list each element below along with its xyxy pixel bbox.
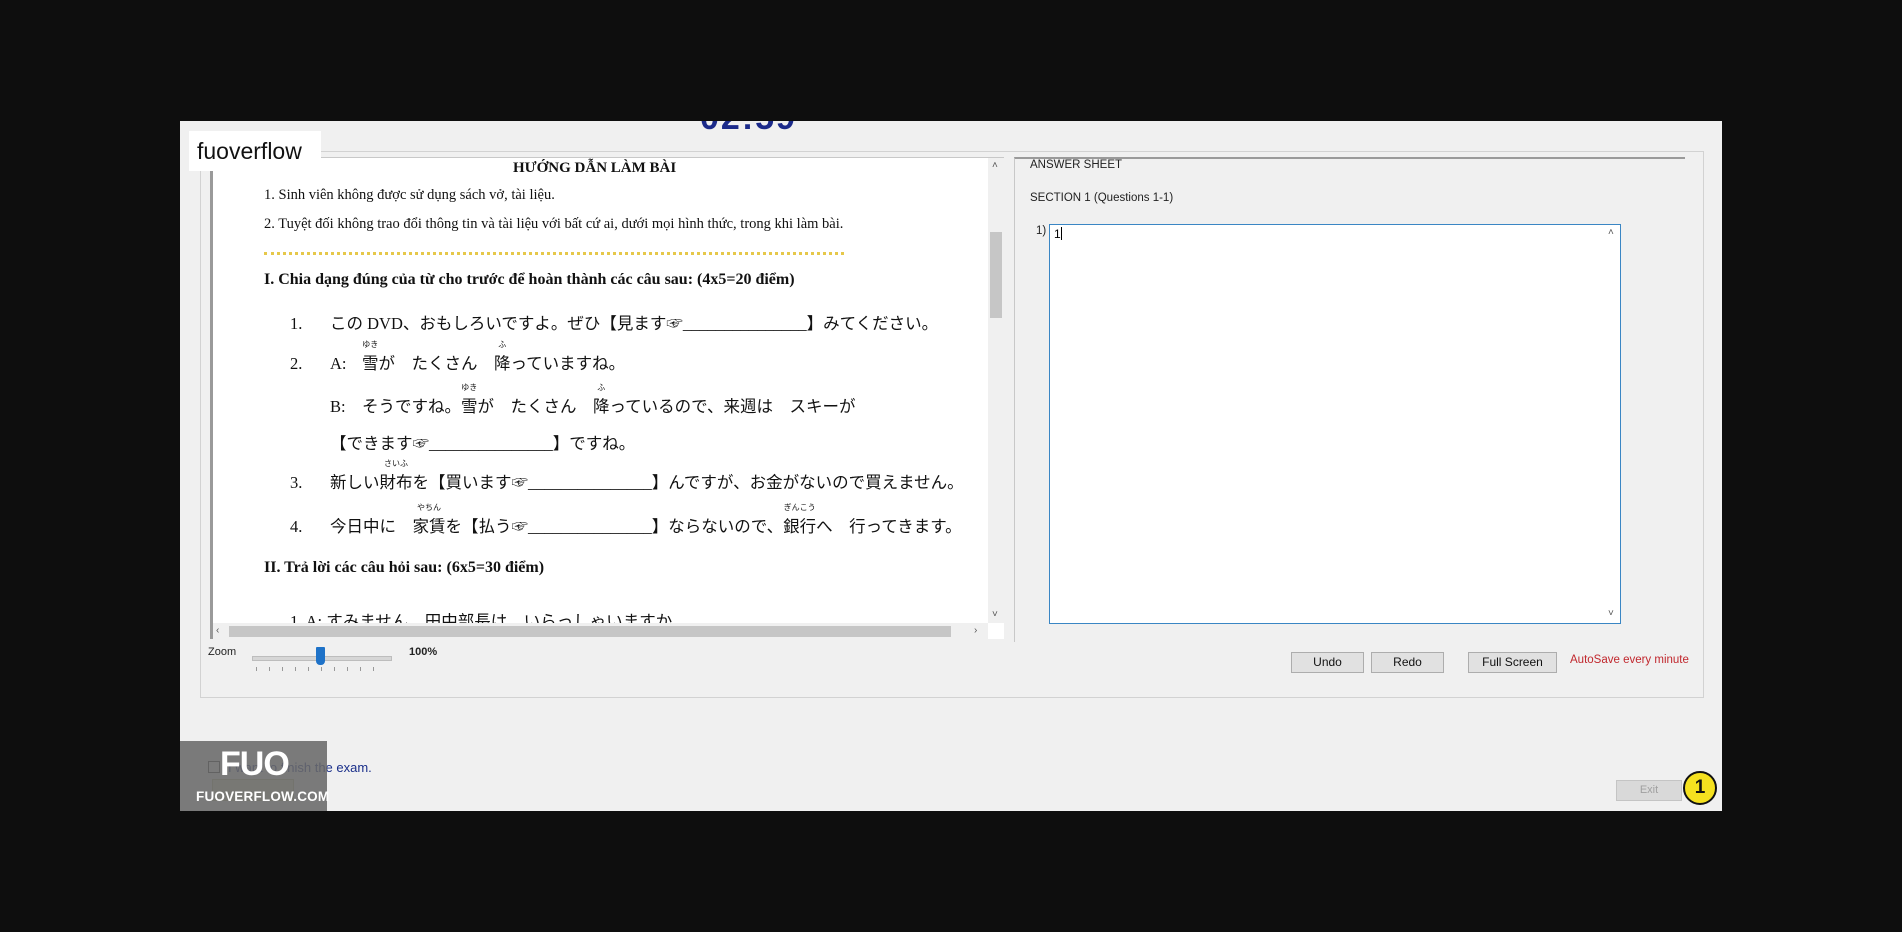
timer-clipped: 02:59	[700, 121, 1000, 137]
question-3: 3. 新しい さいふ 財布を【買います☞_______________】んですが、お金…	[290, 459, 964, 492]
rule-2: 2. Tuyệt đối không trao đổi thông tin và…	[264, 216, 844, 232]
zoom-slider-thumb[interactable]	[316, 647, 325, 665]
question-2b: B: そうですね。 ゆき 雪が たくさん ふ降っているので、来週は スキーが	[330, 383, 856, 416]
exam-window: 02:59 fuoverflow HƯỚNG DẪN LÀM BÀI 1. Si…	[180, 121, 1722, 811]
question-1: 1. この DVD、おもしろいですよ。ぜひ【見ます☞_______________…	[290, 314, 939, 333]
answer-sheet-title: ANSWER SHEET	[1030, 159, 1123, 171]
full-screen-button[interactable]: Full Screen	[1468, 652, 1557, 673]
zoom-ticks	[256, 667, 386, 671]
scroll-thumb[interactable]	[990, 232, 1002, 318]
autosave-notice: AutoSave every minute	[1570, 654, 1689, 666]
scroll-right-icon[interactable]: ›	[974, 626, 977, 636]
scroll-down-icon[interactable]: ˅	[992, 610, 998, 620]
scroll-up-icon[interactable]: ˄	[992, 161, 998, 171]
answer-text: 1	[1054, 227, 1062, 241]
question-4: 4. 今日中に やちん 家賃を【払う☞_______________】ならないので、…	[290, 503, 962, 536]
question-pane[interactable]: HƯỚNG DẪN LÀM BÀI 1. Sinh viên không đượ…	[210, 157, 1004, 639]
doc-title: HƯỚNG DẪN LÀM BÀI	[513, 160, 677, 176]
question-horizontal-scrollbar[interactable]: ‹ ›	[213, 623, 988, 639]
hscroll-thumb[interactable]	[229, 626, 951, 637]
rule-1: 1. Sinh viên không được sử dụng sách vở,…	[264, 187, 555, 203]
undo-button[interactable]: Undo	[1291, 652, 1364, 673]
redo-button[interactable]: Redo	[1371, 652, 1444, 673]
scroll-left-icon[interactable]: ‹	[216, 626, 219, 636]
answer-section-label: SECTION 1 (Questions 1-1)	[1030, 192, 1174, 204]
answer-scroll-down-icon[interactable]: ˅	[1608, 609, 1614, 619]
divider	[264, 252, 844, 255]
question-5-partial: 1. A: すみません、田中部長は いらっしゃいますか。	[290, 612, 689, 623]
watermark-logo: FUO FUOVERFLOW.COM	[180, 741, 329, 811]
question-2a: 2. A: ゆき 雪が たくさん ふ降っていますね。	[290, 340, 626, 373]
answer-scroll-up-icon[interactable]: ˄	[1608, 228, 1614, 238]
answer-textarea[interactable]: 1 ˄ ˅	[1049, 224, 1621, 624]
zoom-label: Zoom	[208, 646, 237, 658]
answer-scrollbar[interactable]: ˄ ˅	[1606, 225, 1620, 623]
question-document: HƯỚNG DẪN LÀM BÀI 1. Sinh viên không đượ…	[213, 158, 988, 623]
section-1-heading: I. Chia dạng đúng của từ cho trước để ho…	[264, 271, 795, 288]
brand-tab: fuoverflow	[189, 131, 321, 171]
question-vertical-scrollbar[interactable]: ˄ ˅	[988, 158, 1004, 623]
exit-button[interactable]: Exit	[1616, 780, 1682, 801]
section-2-heading: II. Trả lời các câu hỏi sau: (6x5=30 điể…	[264, 559, 545, 576]
answer-question-number: 1)	[1036, 225, 1047, 237]
text-caret	[1060, 227, 1062, 240]
zoom-value: 100%	[409, 646, 438, 658]
step-badge: 1	[1683, 771, 1717, 805]
question-2c: 【できます☞_______________】ですね。	[330, 434, 636, 453]
